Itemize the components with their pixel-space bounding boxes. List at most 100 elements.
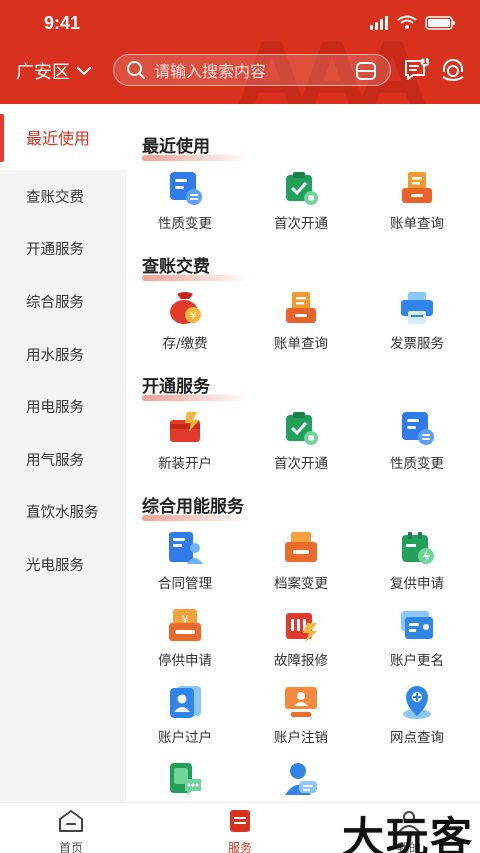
home-icon — [59, 810, 83, 832]
section-title: 查账交费 — [142, 252, 250, 281]
cancel-account-icon — [283, 684, 319, 720]
sidebar-item-general[interactable]: 综合服务 — [0, 275, 126, 328]
customer-service-button[interactable] — [440, 58, 466, 86]
tab-label: 首页 — [58, 841, 83, 853]
search-icon — [127, 61, 145, 79]
service-first-open-2[interactable]: 首次开通 — [242, 410, 360, 472]
message-icon — [167, 761, 203, 797]
rename-icon — [399, 607, 435, 643]
sidebar-item-label: 用气服务 — [26, 452, 84, 469]
service-deposit-pay[interactable]: ¥ 存/缴费 — [126, 290, 244, 352]
archive-change-icon — [283, 530, 319, 566]
service-label: 停供申请 — [158, 653, 212, 669]
customer-service-icon — [283, 761, 319, 797]
service-nature-change-2[interactable]: 性质变更 — [358, 410, 476, 472]
service-resume-supply[interactable]: 复供申请 — [358, 530, 476, 592]
first-open-icon — [283, 410, 319, 446]
category-sidebar: 最近使用 查账交费 开通服务 综合服务 用水服务 用电服务 用气服务 直饮水服务… — [0, 104, 126, 802]
sidebar-item-photovoltaic[interactable]: 光电服务 — [0, 538, 126, 591]
bill-query-icon — [283, 290, 319, 326]
service-icon — [230, 810, 250, 832]
service-contract[interactable]: 合同管理 — [126, 530, 244, 592]
service-label: 存/缴费 — [162, 336, 208, 352]
tab-service[interactable]: 服务 — [205, 809, 275, 853]
status-bar: 9:41 — [0, 0, 480, 48]
service-rename[interactable]: 账户更名 — [358, 607, 476, 669]
transfer-icon — [167, 684, 203, 720]
service-label: 账户注销 — [274, 730, 328, 746]
scan-icon[interactable] — [356, 62, 376, 80]
service-new-account[interactable]: 新装开户 — [126, 410, 244, 472]
service-stop-supply[interactable]: ¥ 停供申请 — [126, 607, 244, 669]
money-bag-icon: ¥ — [167, 290, 203, 326]
sidebar-item-water[interactable]: 用水服务 — [0, 328, 126, 381]
service-label: 账户更名 — [390, 653, 444, 669]
service-label: 性质变更 — [158, 216, 212, 232]
sidebar-item-label: 用水服务 — [26, 347, 84, 364]
service-label: 发票服务 — [390, 336, 444, 352]
service-label: 账单查询 — [274, 336, 328, 352]
sidebar-item-billing[interactable]: 查账交费 — [0, 170, 126, 223]
section-title: 开通服务 — [142, 372, 250, 401]
contract-icon — [167, 530, 203, 566]
service-label: 档案变更 — [274, 576, 328, 592]
nature-change-icon — [167, 170, 203, 206]
svg-text:¥: ¥ — [190, 311, 196, 322]
service-outlet-query[interactable]: 网点查询 — [358, 684, 476, 746]
notification-badge: 1 — [422, 57, 428, 66]
search-input[interactable]: 请输入搜索内容 — [113, 54, 391, 86]
location-selector[interactable]: 广安区 — [16, 58, 92, 84]
watermark-logo: 大玩客 — [341, 813, 474, 853]
sidebar-item-label: 直饮水服务 — [26, 505, 99, 522]
status-time: 9:41 — [44, 13, 81, 33]
sidebar-item-label: 最近使用 — [26, 129, 91, 148]
first-open-icon — [283, 170, 319, 206]
service-label: 合同管理 — [158, 576, 212, 592]
service-customer[interactable] — [242, 761, 360, 802]
sidebar-item-drinking-water[interactable]: 直饮水服务 — [0, 486, 126, 539]
stop-supply-icon: ¥ — [167, 607, 203, 643]
sidebar-item-gas[interactable]: 用气服务 — [0, 433, 126, 486]
sidebar-item-electric[interactable]: 用电服务 — [0, 380, 126, 433]
sidebar-item-open-service[interactable]: 开通服务 — [0, 223, 126, 276]
service-label: 性质变更 — [390, 456, 444, 472]
service-label: 复供申请 — [390, 576, 444, 592]
service-first-open[interactable]: 首次开通 — [242, 170, 360, 232]
service-content: 最近使用 性质变更 首次开通 账单查询 查账交费 ¥ 存/缴费 账单查询 发票服… — [126, 104, 480, 802]
service-bill-query-2[interactable]: 账单查询 — [242, 290, 360, 352]
headset-icon — [442, 59, 464, 81]
resume-supply-icon — [399, 530, 435, 566]
sidebar-item-recent[interactable]: 最近使用 — [0, 104, 126, 170]
service-message[interactable] — [126, 761, 244, 802]
service-label: 网点查询 — [390, 730, 444, 746]
new-account-icon — [167, 410, 203, 446]
service-cancel-account[interactable]: 账户注销 — [242, 684, 360, 746]
sidebar-item-label: 开通服务 — [26, 242, 84, 259]
service-label: 新装开户 — [158, 456, 212, 472]
nature-change-icon — [399, 410, 435, 446]
status-icons — [370, 15, 455, 30]
outlet-query-icon — [399, 684, 435, 720]
tab-home[interactable]: 首页 — [36, 809, 106, 853]
service-label: 首次开通 — [274, 456, 328, 472]
service-bill-query[interactable]: 账单查询 — [358, 170, 476, 232]
service-transfer[interactable]: 账户过户 — [126, 684, 244, 746]
service-archive-change[interactable]: 档案变更 — [242, 530, 360, 592]
service-invoice[interactable]: 发票服务 — [358, 290, 476, 352]
service-label: 账户过户 — [158, 730, 212, 746]
section-title: 最近使用 — [142, 132, 250, 161]
service-label: 账单查询 — [390, 216, 444, 232]
tab-label: 服务 — [227, 841, 252, 853]
service-nature-change[interactable]: 性质变更 — [126, 170, 244, 232]
printer-icon — [399, 290, 435, 326]
service-repair[interactable]: 故障报修 — [242, 607, 360, 669]
sidebar-item-label: 综合服务 — [26, 294, 84, 311]
message-button[interactable]: 1 — [403, 57, 430, 86]
chevron-down-icon — [77, 67, 91, 76]
section-title: 综合用能服务 — [142, 492, 250, 521]
sidebar-item-label: 查账交费 — [26, 189, 84, 206]
top-header: AAA 9:41 广安区 请输入搜索内容 1 — [0, 0, 480, 104]
bill-query-icon — [399, 170, 435, 206]
location-label: 广安区 — [16, 62, 70, 83]
sidebar-item-label: 用电服务 — [26, 400, 84, 417]
